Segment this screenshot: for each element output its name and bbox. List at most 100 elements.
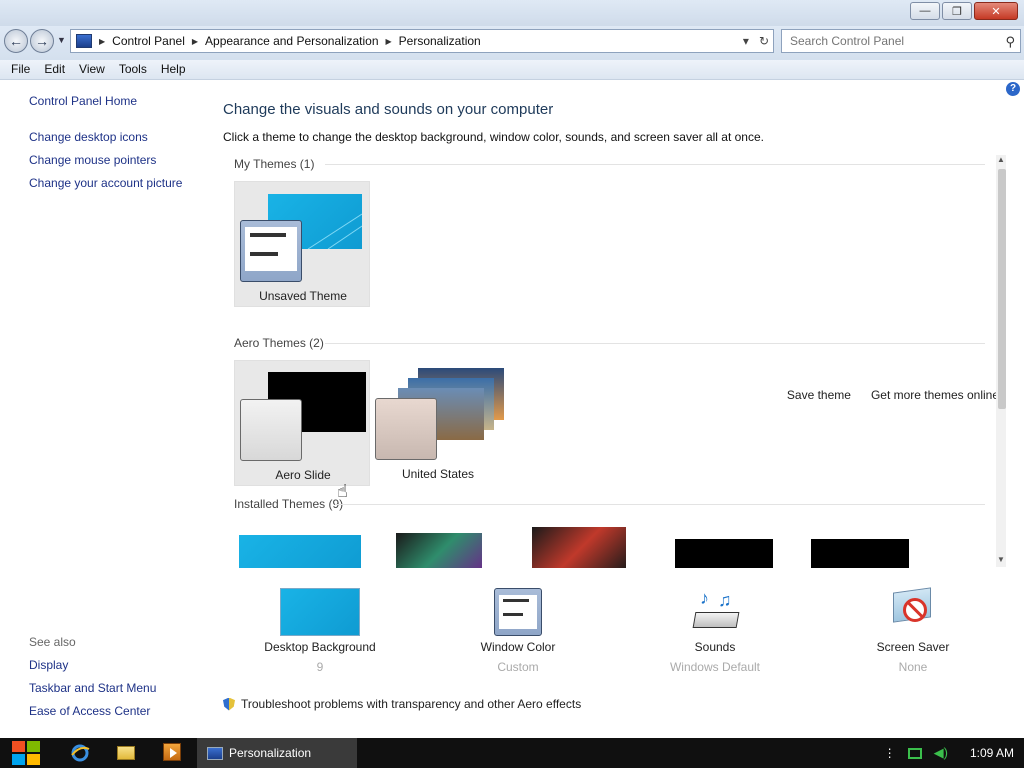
taskbar-item-label: Personalization: [229, 746, 312, 760]
group-divider: [335, 504, 985, 505]
minimize-button[interactable]: —: [910, 2, 940, 20]
refresh-icon[interactable]: ↻: [759, 34, 769, 48]
theme-preview-image: [239, 535, 361, 568]
menu-tools[interactable]: Tools: [112, 60, 154, 79]
window-controls: — ❐ ✕: [910, 2, 1018, 20]
save-theme-link[interactable]: Save theme: [787, 388, 851, 402]
theme-preview-image: [532, 527, 626, 568]
group-divider: [325, 164, 985, 165]
theme-label: Aero Slide: [275, 468, 331, 482]
installed-theme[interactable]: [642, 525, 778, 568]
taskbar-item-personalization[interactable]: Personalization: [197, 738, 357, 768]
main-content: ? Change the visuals and sounds on your …: [210, 80, 1024, 738]
theme-label: United States: [401, 467, 475, 481]
breadcrumb-separator-icon[interactable]: ▶: [192, 37, 198, 46]
search-icon[interactable]: ⚲: [1005, 34, 1015, 50]
window-title-bar: — ❐ ✕: [0, 0, 1024, 26]
shield-icon: [223, 697, 235, 711]
search-input[interactable]: [790, 34, 990, 48]
windows-logo-icon: [12, 741, 40, 765]
setting-label: Desktop Background: [264, 640, 376, 654]
menu-view[interactable]: View: [72, 60, 112, 79]
breadcrumb-appearance[interactable]: Appearance and Personalization: [205, 34, 378, 48]
setting-value: Windows Default: [669, 660, 761, 674]
help-icon[interactable]: ?: [1006, 82, 1020, 96]
sidebar: Control Panel Home Change desktop icons …: [0, 80, 210, 738]
clock[interactable]: 1:09 AM: [970, 746, 1014, 760]
media-player-icon[interactable]: [163, 743, 183, 763]
sidebar-link-account-picture[interactable]: Change your account picture: [29, 176, 182, 190]
page-title: Change the visuals and sounds on your co…: [223, 101, 554, 118]
start-button[interactable]: [10, 738, 44, 768]
setting-label: Screen Saver: [876, 640, 950, 654]
setting-sounds[interactable]: ♪ ♫ Sounds Windows Default: [640, 588, 790, 674]
scroll-up-icon[interactable]: ▲: [997, 155, 1005, 164]
setting-screen-saver[interactable]: Screen Saver None: [838, 587, 988, 674]
installed-theme[interactable]: [234, 525, 370, 568]
search-box[interactable]: ⚲: [781, 29, 1021, 53]
theme-unsaved[interactable]: Unsaved Theme: [234, 181, 370, 307]
installed-theme[interactable]: [370, 525, 506, 568]
get-more-themes-link[interactable]: Get more themes online: [871, 388, 999, 402]
troubleshoot-link[interactable]: Troubleshoot problems with transparency …: [223, 697, 581, 711]
control-panel-icon: [207, 746, 223, 760]
installed-theme[interactable]: [506, 525, 642, 568]
setting-desktop-background[interactable]: Desktop Background 9: [245, 588, 395, 674]
page-subtitle: Click a theme to change the desktop back…: [223, 130, 764, 144]
setting-value: Custom: [497, 660, 539, 674]
setting-window-color[interactable]: Window Color Custom: [443, 588, 593, 674]
menu-file[interactable]: File: [4, 60, 37, 79]
see-also-heading: See also: [29, 635, 76, 649]
sidebar-link-ease-of-access[interactable]: Ease of Access Center: [29, 704, 150, 718]
installed-theme[interactable]: [778, 525, 914, 568]
setting-value: 9: [316, 660, 324, 674]
volume-icon[interactable]: ◀): [934, 745, 948, 761]
theme-united-states[interactable]: United States: [370, 360, 506, 486]
close-button[interactable]: ✕: [974, 2, 1018, 20]
theme-preview-image: [396, 533, 482, 568]
group-divider: [325, 343, 985, 344]
sidebar-link-mouse-pointers[interactable]: Change mouse pointers: [29, 153, 156, 167]
window-color-swatch: [375, 398, 437, 460]
system-tray: ⋮ ◀) 1:09 AM: [884, 738, 1014, 768]
group-heading-aero-themes: Aero Themes (2): [234, 336, 324, 350]
screen-saver-icon: [889, 587, 937, 636]
setting-label: Sounds: [694, 640, 736, 654]
breadcrumb-control-panel[interactable]: Control Panel: [112, 34, 185, 48]
menu-help[interactable]: Help: [154, 60, 193, 79]
setting-value: None: [898, 660, 928, 674]
sidebar-link-display[interactable]: Display: [29, 658, 68, 672]
sidebar-link-taskbar[interactable]: Taskbar and Start Menu: [29, 681, 156, 695]
address-bar[interactable]: ▶ Control Panel ▶ Appearance and Persona…: [70, 29, 774, 53]
breadcrumb-personalization[interactable]: Personalization: [399, 34, 481, 48]
scroll-thumb[interactable]: [998, 169, 1006, 409]
navigation-bar: ← → ▼ ▶ Control Panel ▶ Appearance and P…: [0, 26, 1024, 60]
maximize-button[interactable]: ❐: [942, 2, 972, 20]
themes-scrollbar[interactable]: ▲ ▼: [996, 155, 1006, 567]
theme-label: Unsaved Theme: [259, 289, 347, 303]
breadcrumb-separator-icon[interactable]: ▶: [99, 37, 105, 46]
address-dropdown-icon[interactable]: ▾: [743, 34, 749, 48]
breadcrumb-separator-icon[interactable]: ▶: [386, 37, 392, 46]
theme-preview-image: [811, 539, 909, 568]
taskbar: Personalization ⋮ ◀) 1:09 AM: [0, 738, 1024, 768]
back-button[interactable]: ←: [4, 29, 28, 53]
group-heading-installed-themes: Installed Themes (9): [234, 497, 344, 511]
show-hidden-icons-icon[interactable]: ⋮: [884, 746, 896, 760]
scroll-down-icon[interactable]: ▼: [997, 555, 1005, 564]
sidebar-link-control-panel-home[interactable]: Control Panel Home: [29, 94, 137, 108]
file-explorer-icon[interactable]: [117, 743, 137, 763]
theme-aero-slide[interactable]: Aero Slide: [234, 360, 370, 486]
troubleshoot-label[interactable]: Troubleshoot problems with transparency …: [241, 697, 581, 711]
window-color-swatch: [240, 399, 302, 461]
desktop-background-icon: [280, 588, 360, 636]
sidebar-link-desktop-icons[interactable]: Change desktop icons: [29, 130, 148, 144]
forward-button[interactable]: →: [30, 29, 54, 53]
group-heading-my-themes: My Themes (1): [234, 157, 315, 171]
recent-pages-dropdown[interactable]: ▼: [57, 35, 66, 45]
theme-actions: Save theme Get more themes online: [787, 388, 999, 402]
theme-preview-image: [675, 539, 773, 568]
internet-explorer-icon[interactable]: [70, 743, 90, 763]
menu-edit[interactable]: Edit: [37, 60, 72, 79]
network-icon[interactable]: [907, 747, 922, 759]
